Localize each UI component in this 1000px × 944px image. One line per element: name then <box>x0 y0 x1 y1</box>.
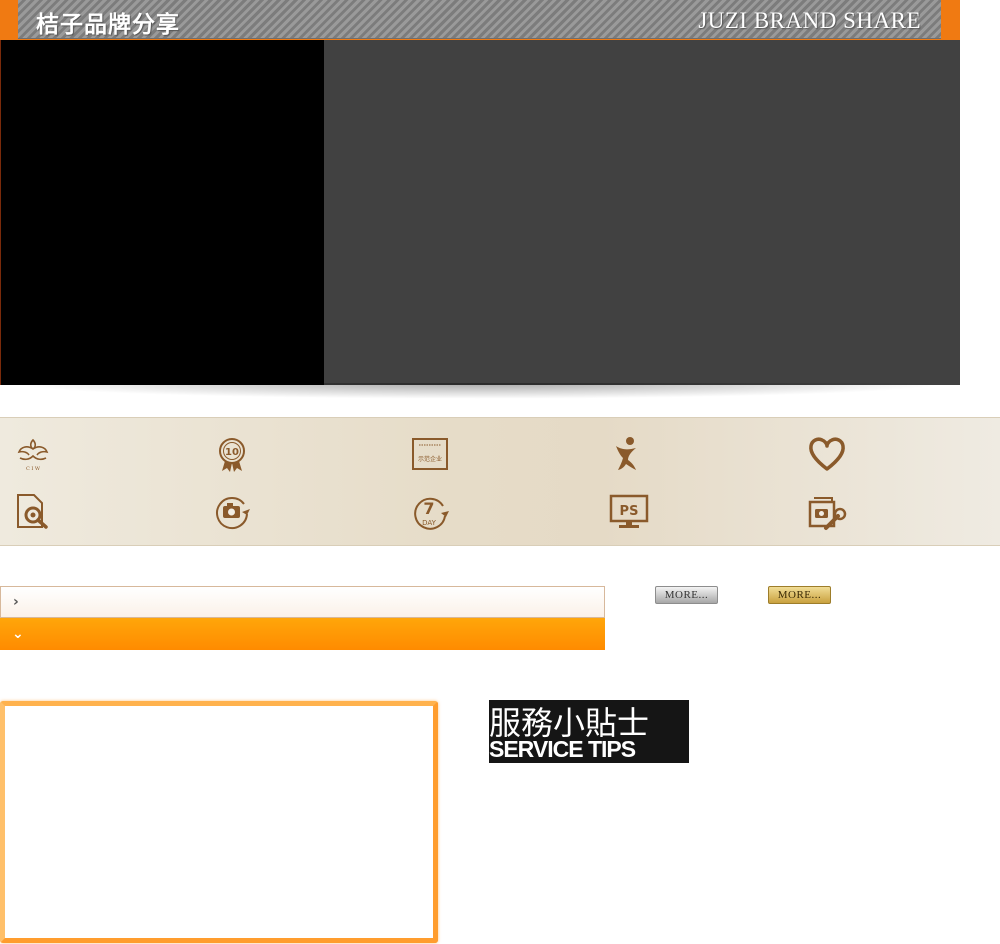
header-banner-stripes: 桔子品牌分享 JUZI BRAND SHARE <box>18 0 941 39</box>
features-band: C I W 10 示范企业 7 DAY PS <box>0 417 1000 546</box>
document-search-icon[interactable] <box>12 492 54 532</box>
certificate-icon[interactable]: 示范企业 <box>409 434 451 474</box>
service-tips-heading: 服務小貼士 SERVICE TIPS <box>489 700 689 763</box>
banner-title-en: JUZI BRAND SHARE <box>698 8 921 33</box>
svg-text:10: 10 <box>225 447 239 458</box>
hero-shadow <box>8 383 948 399</box>
more-button-grey[interactable]: MORE... <box>655 586 718 604</box>
accordion-row-expanded[interactable]: ⌄ <box>0 618 605 650</box>
ten-year-medal-icon[interactable]: 10 <box>211 434 253 474</box>
accordion: › ⌄ <box>0 586 605 650</box>
framed-content-box <box>0 701 438 943</box>
svg-text:DAY: DAY <box>422 519 437 527</box>
person-icon[interactable] <box>608 434 650 474</box>
svg-text:7: 7 <box>423 499 434 518</box>
ps-monitor-icon[interactable]: PS <box>608 492 650 532</box>
header-banner: 桔子品牌分享 JUZI BRAND SHARE <box>0 0 960 40</box>
more-button-gold[interactable]: MORE... <box>768 586 831 604</box>
service-tips-title-en: SERVICE TIPS <box>489 736 636 762</box>
accordion-row-collapsed[interactable]: › <box>0 586 605 618</box>
svg-text:示范企业: 示范企业 <box>418 455 442 463</box>
seven-day-icon[interactable]: 7 DAY <box>409 492 451 532</box>
photo-edit-tool-icon[interactable] <box>806 492 848 532</box>
heart-icon[interactable] <box>806 434 848 474</box>
hero-slideshow[interactable] <box>0 40 960 385</box>
svg-text:C I W: C I W <box>26 466 41 472</box>
banner-title-cn: 桔子品牌分享 <box>36 11 180 38</box>
camera-rotate-icon[interactable] <box>211 492 253 532</box>
chevron-right-icon: › <box>13 594 19 610</box>
hero-left-panel[interactable] <box>0 40 324 385</box>
svg-text:PS: PS <box>620 504 639 519</box>
chevron-down-icon: ⌄ <box>12 626 24 642</box>
ciw-logo-icon[interactable]: C I W <box>12 434 54 474</box>
